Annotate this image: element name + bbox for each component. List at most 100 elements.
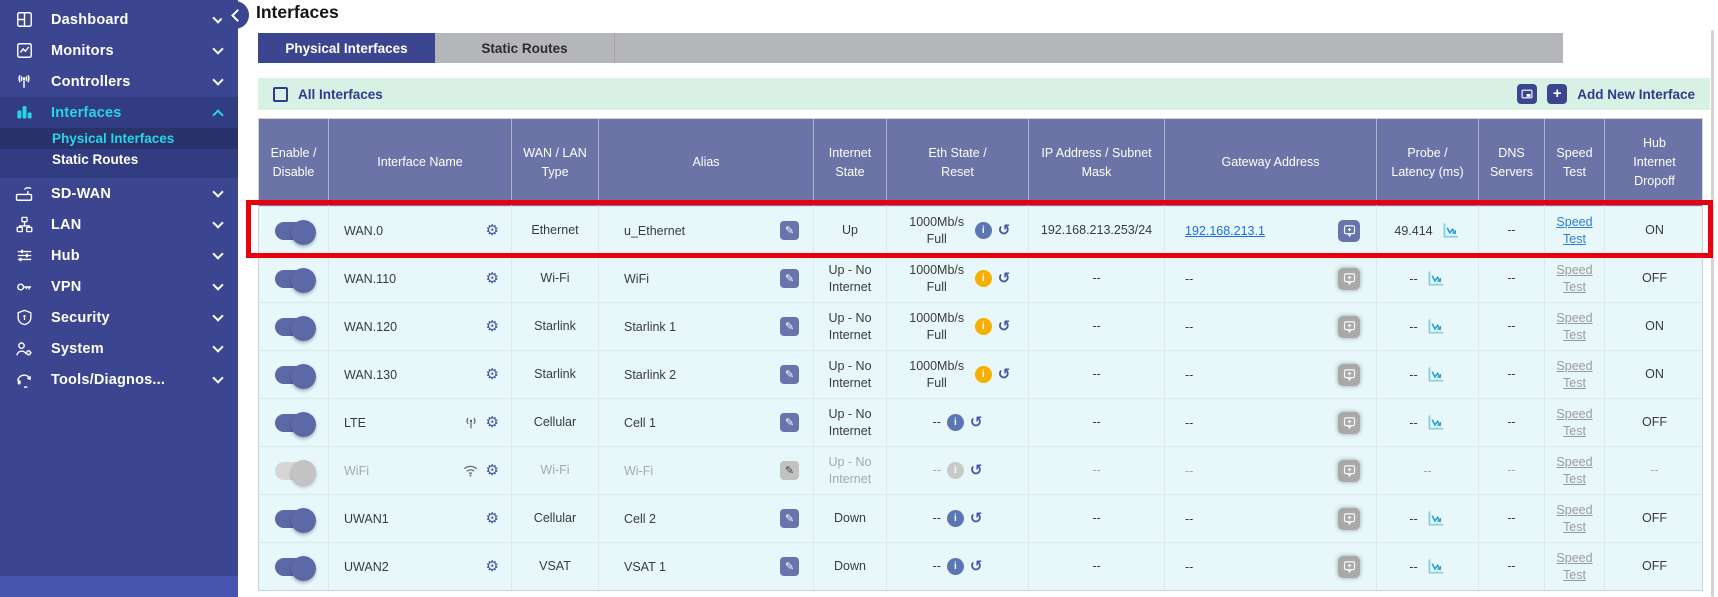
reset-icon[interactable]: ↺ [970,559,983,574]
table-header: Enable / Disable Interface Name WAN / LA… [259,119,1702,206]
sidebar-item-physical-interfaces[interactable]: Physical Interfaces [0,128,238,149]
sidebar-item-tools-diagnostics[interactable]: Tools/Diagnos... [0,364,238,395]
gateway-ping-icon[interactable] [1338,316,1360,338]
sidebar: Dashboard Monitors Controllers [0,0,238,597]
latency-chart-icon[interactable] [1426,318,1446,335]
info-icon[interactable]: i [975,318,992,335]
scrollbar[interactable] [1711,30,1714,597]
latency-chart-icon[interactable] [1426,558,1446,575]
gateway-ping-icon[interactable] [1338,220,1360,242]
edit-icon[interactable]: ✎ [780,317,799,336]
add-interface-button[interactable]: + [1547,84,1567,104]
sidebar-item-security[interactable]: Security [0,302,238,333]
gear-icon[interactable]: ⚙ [486,511,499,526]
edit-icon[interactable]: ✎ [780,365,799,384]
sidebar-item-system[interactable]: System [0,333,238,364]
reset-icon[interactable]: ↺ [998,223,1011,238]
gear-icon[interactable]: ⚙ [486,367,499,382]
latency-chart-icon[interactable] [1426,510,1446,527]
sidebar-item-monitors[interactable]: Monitors [0,35,238,66]
latency-chart-icon[interactable] [1441,222,1461,239]
info-icon[interactable]: i [947,414,964,431]
hub-internet-dropoff: ON [1645,366,1664,382]
interface-name: UWAN2 [344,560,389,574]
reset-icon[interactable]: ↺ [998,271,1011,286]
sidebar-item-dashboard[interactable]: Dashboard [0,4,238,35]
sidebar-item-static-routes[interactable]: Static Routes [0,149,238,170]
sidebar-item-hub[interactable]: Hub [0,240,238,271]
back-button[interactable] [221,1,249,29]
all-interfaces-checkbox[interactable] [273,87,288,102]
gear-icon[interactable]: ⚙ [486,271,499,286]
gear-icon[interactable]: ⚙ [486,415,499,430]
enable-toggle[interactable] [275,462,313,480]
latency-chart-icon[interactable] [1426,414,1446,431]
info-icon[interactable]: i [975,222,992,239]
enable-toggle[interactable] [275,414,313,432]
info-icon[interactable]: i [947,510,964,527]
edit-icon[interactable]: ✎ [780,557,799,576]
enable-toggle[interactable] [275,366,313,384]
column-alias: Alias [598,119,813,206]
enable-toggle[interactable] [275,510,313,528]
plus-icon: + [1553,86,1562,101]
table-row: LTE ⚙ Cellular Cell 1 ✎ Up - No Internet… [259,398,1702,446]
info-icon[interactable]: i [947,558,964,575]
gateway-link[interactable]: 192.168.213.1 [1185,224,1265,238]
toggle-knob [291,508,316,533]
hub-icon [12,246,36,265]
reset-icon[interactable]: ↺ [970,511,983,526]
edit-icon[interactable]: ✎ [780,461,799,480]
reset-icon[interactable]: ↺ [998,319,1011,334]
interface-name: WAN.120 [344,320,397,334]
sidebar-item-label: VPN [51,279,81,295]
gateway-ping-icon[interactable] [1338,556,1360,578]
add-new-interface-label[interactable]: Add New Interface [1577,87,1695,102]
sidebar-item-sd-wan[interactable]: SD-WAN [0,178,238,209]
sidebar-item-interfaces[interactable]: Interfaces [0,97,238,128]
gear-icon[interactable]: ⚙ [486,319,499,334]
alias: WiFi [624,272,649,286]
enable-toggle[interactable] [275,318,313,336]
reset-icon[interactable]: ↺ [998,367,1011,382]
edit-icon[interactable]: ✎ [780,509,799,528]
alias: Starlink 2 [624,368,676,382]
reset-icon[interactable]: ↺ [970,415,983,430]
internet-state: Up - No Internet [820,310,880,343]
enable-toggle[interactable] [275,270,313,288]
sidebar-item-vpn[interactable]: VPN [0,271,238,302]
enable-toggle[interactable] [275,558,313,576]
latency-chart-icon[interactable] [1426,270,1446,287]
system-icon [12,339,36,359]
name-icons: ⚙ [486,367,499,382]
gateway-ping-icon[interactable] [1338,460,1360,482]
latency-chart-icon[interactable] [1426,366,1446,383]
gear-icon[interactable]: ⚙ [486,223,499,238]
info-icon[interactable]: i [947,462,964,479]
wan-lan-type: Wi-Fi [540,462,569,478]
gateway-ping-icon[interactable] [1338,508,1360,530]
sidebar-item-controllers[interactable]: Controllers [0,66,238,97]
gear-icon[interactable]: ⚙ [486,559,499,574]
sidebar-footer [0,576,238,597]
speed-test-link[interactable]: Speed Test [1551,214,1598,248]
tab-physical-interfaces[interactable]: Physical Interfaces [258,33,435,63]
tab-static-routes[interactable]: Static Routes [435,33,615,63]
gateway-ping-icon[interactable] [1338,364,1360,386]
column-wan-lan-type: WAN / LAN Type [511,119,598,206]
info-icon[interactable]: i [975,270,992,287]
popout-window-button[interactable] [1517,84,1537,104]
edit-icon[interactable]: ✎ [780,269,799,288]
toggle-knob [291,316,316,341]
gear-icon[interactable]: ⚙ [486,463,499,478]
enable-toggle[interactable] [275,222,313,240]
gateway-ping-icon[interactable] [1338,412,1360,434]
chevron-down-icon [212,341,223,352]
gateway-ping-icon[interactable] [1338,268,1360,290]
probe-latency-value: -- [1423,464,1431,478]
sidebar-item-lan[interactable]: LAN [0,209,238,240]
edit-icon[interactable]: ✎ [780,413,799,432]
info-icon[interactable]: i [975,366,992,383]
reset-icon[interactable]: ↺ [970,463,983,478]
edit-icon[interactable]: ✎ [780,221,799,240]
